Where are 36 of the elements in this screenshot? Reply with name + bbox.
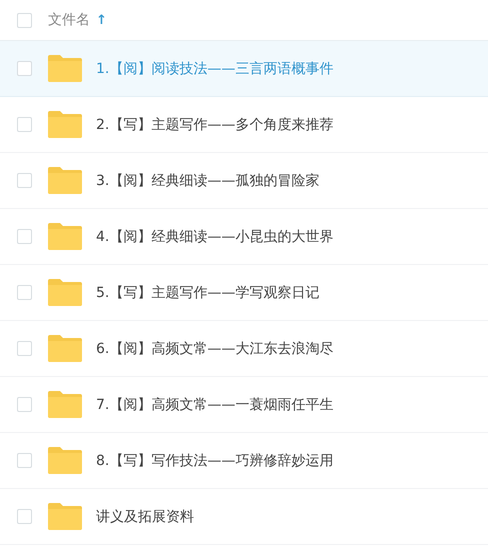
checkbox[interactable] bbox=[17, 61, 32, 76]
folder-icon bbox=[48, 223, 82, 250]
file-row[interactable]: 6.【阅】高频文常——大江东去浪淘尽 bbox=[0, 321, 488, 377]
file-name[interactable]: 4.【阅】经典细读——小昆虫的大世界 bbox=[96, 228, 334, 246]
folder-icon bbox=[48, 279, 82, 306]
folder-icon bbox=[48, 447, 82, 474]
checkbox[interactable] bbox=[17, 453, 32, 468]
checkbox[interactable] bbox=[17, 173, 32, 188]
file-name[interactable]: 5.【写】主题写作——学写观察日记 bbox=[96, 284, 320, 302]
folder-icon bbox=[48, 503, 82, 530]
checkbox[interactable] bbox=[17, 509, 32, 524]
file-row[interactable]: 讲义及拓展资料 bbox=[0, 489, 488, 545]
file-name[interactable]: 8.【写】写作技法——巧辨修辞妙运用 bbox=[96, 452, 334, 470]
folder-icon bbox=[48, 167, 82, 194]
folder-icon bbox=[48, 55, 82, 82]
checkbox[interactable] bbox=[17, 285, 32, 300]
checkbox[interactable] bbox=[17, 12, 32, 28]
file-name[interactable]: 2.【写】主题写作——多个角度来推荐 bbox=[96, 116, 334, 134]
folder-icon bbox=[48, 391, 82, 418]
file-row[interactable]: 7.【阅】高频文常——一蓑烟雨任平生 bbox=[0, 377, 488, 433]
column-header[interactable]: 文件名 bbox=[48, 11, 90, 29]
file-name[interactable]: 7.【阅】高频文常——一蓑烟雨任平生 bbox=[96, 396, 334, 414]
file-name[interactable]: 6.【阅】高频文常——大江东去浪淘尽 bbox=[96, 340, 334, 358]
file-name[interactable]: 3.【阅】经典细读——孤独的冒险家 bbox=[96, 172, 320, 190]
file-row[interactable]: 5.【写】主题写作——学写观察日记 bbox=[0, 265, 488, 321]
folder-icon bbox=[48, 111, 82, 138]
file-row[interactable]: 2.【写】主题写作——多个角度来推荐 bbox=[0, 97, 488, 153]
file-name[interactable]: 讲义及拓展资料 bbox=[96, 508, 194, 526]
checkbox[interactable] bbox=[17, 229, 32, 244]
file-row[interactable]: 8.【写】写作技法——巧辨修辞妙运用 bbox=[0, 433, 488, 489]
checkbox[interactable] bbox=[17, 397, 32, 412]
checkbox[interactable] bbox=[17, 117, 32, 132]
checkbox[interactable] bbox=[17, 341, 32, 356]
file-row[interactable]: 4.【阅】经典细读——小昆虫的大世界 bbox=[0, 209, 488, 265]
folder-icon bbox=[48, 335, 82, 362]
file-row[interactable]: 3.【阅】经典细读——孤独的冒险家 bbox=[0, 153, 488, 209]
